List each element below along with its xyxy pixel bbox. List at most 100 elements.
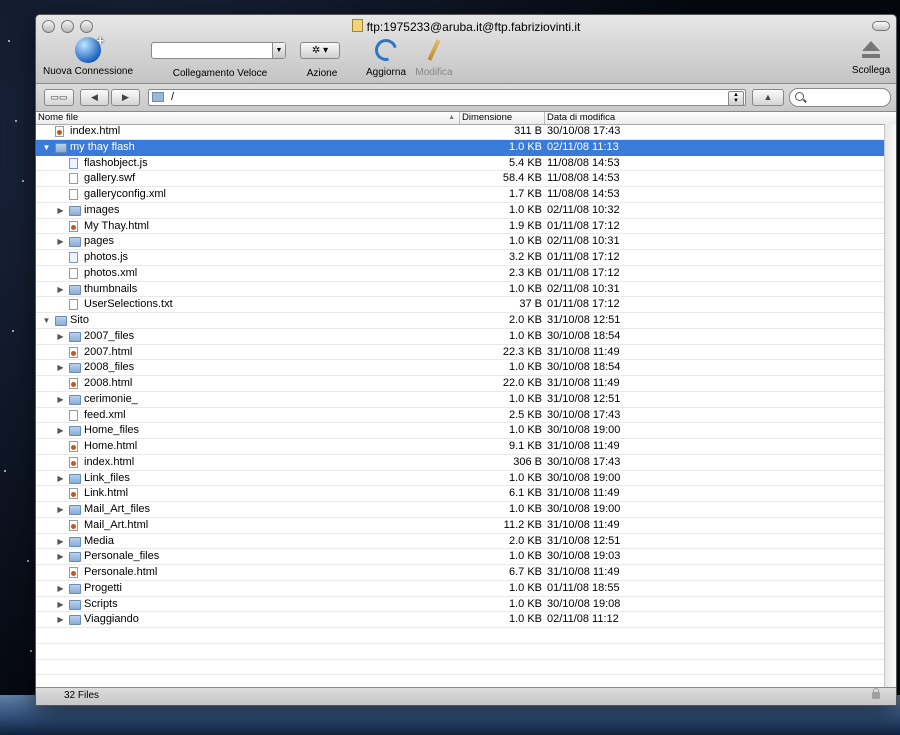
file-name: index.html	[84, 455, 135, 468]
file-name: Link.html	[84, 487, 129, 500]
refresh-button[interactable]: Aggiorna	[362, 34, 410, 78]
file-row[interactable]: ▶ Personale_files 1.0 KB 30/10/08 19:03	[36, 549, 884, 565]
file-row[interactable]: 2007.html 22.3 KB 31/10/08 11:49	[36, 345, 884, 361]
pencil-icon	[427, 39, 441, 61]
file-name: my thay flash	[70, 140, 135, 153]
file-date: 31/10/08 11:49	[547, 487, 620, 500]
file-row[interactable]: 2008.html 22.0 KB 31/10/08 11:49	[36, 376, 884, 392]
file-size: 9.1 KB	[508, 440, 542, 452]
file-row[interactable]: Link.html 6.1 KB 31/10/08 11:49	[36, 486, 884, 502]
file-size: 1.0 KB	[508, 361, 542, 374]
file-name: flashobject.js	[84, 156, 148, 169]
search-input[interactable]	[789, 88, 891, 107]
new-connection-button[interactable]: + Nuova Connessione	[42, 33, 134, 77]
file-name: index.html	[70, 125, 121, 137]
file-row[interactable]: UserSelections.txt 37 B 01/11/08 17:12	[36, 297, 884, 313]
file-name: 2008.html	[84, 377, 133, 389]
file-row[interactable]: index.html 311 B 30/10/08 17:43	[36, 124, 884, 140]
date-column-header[interactable]: Data di modifica	[545, 112, 884, 124]
disclosure-collapsed-icon[interactable]: ▶	[56, 423, 65, 439]
forward-button[interactable]: ▶	[111, 89, 140, 106]
path-stepper-icon[interactable]: ▲ ▼	[728, 91, 744, 106]
file-row[interactable]: ▶ Media 2.0 KB 31/10/08 12:51	[36, 534, 884, 550]
file-size: 22.0 KB	[502, 377, 542, 389]
disclosure-collapsed-icon[interactable]: ▶	[56, 597, 65, 613]
file-row[interactable]: ▶ 2008_files 1.0 KB 30/10/08 18:54	[36, 360, 884, 376]
parent-folder-button[interactable]: ▲	[752, 89, 784, 106]
file-row[interactable]: ▼ my thay flash 1.0 KB 02/11/08 11:13	[36, 139, 884, 156]
disclosure-collapsed-icon[interactable]: ▶	[56, 549, 65, 565]
lock-icon	[872, 688, 880, 699]
eject-icon	[862, 41, 880, 59]
toolbar-toggle-button[interactable]	[872, 21, 890, 31]
file-size: 1.0 KB	[508, 282, 542, 295]
file-row[interactable]: Home.html 9.1 KB 31/10/08 11:49	[36, 439, 884, 455]
size-column-header[interactable]: Dimensione	[460, 112, 545, 124]
folder-icon	[69, 394, 81, 405]
edit-button[interactable]: Modifica	[412, 39, 456, 78]
disclosure-collapsed-icon[interactable]: ▶	[56, 581, 65, 597]
file-date: 30/10/08 17:43	[547, 455, 621, 468]
disclosure-collapsed-icon[interactable]: ▶	[56, 282, 65, 298]
file-row[interactable]: galleryconfig.xml 1.7 KB 11/08/08 14:53	[36, 187, 884, 203]
disclosure-collapsed-icon[interactable]: ▶	[56, 502, 65, 518]
back-button[interactable]: ◀	[80, 89, 109, 106]
vertical-scrollbar[interactable]	[884, 124, 896, 688]
disclosure-collapsed-icon[interactable]: ▶	[56, 471, 65, 487]
file-row[interactable]: Personale.html 6.7 KB 31/10/08 11:49	[36, 565, 884, 581]
file-row[interactable]: ▶ Progetti 1.0 KB 01/11/08 18:55	[36, 581, 884, 597]
disclosure-collapsed-icon[interactable]: ▶	[56, 360, 65, 376]
window-title: ftp:1975233@aruba.it@ftp.fabriziovinti.i…	[36, 19, 896, 34]
file-date: 02/11/08 10:31	[547, 282, 620, 295]
file-row[interactable]: photos.xml 2.3 KB 01/11/08 17:12	[36, 266, 884, 282]
file-row[interactable]: ▶ pages 1.0 KB 02/11/08 10:31	[36, 234, 884, 250]
disclosure-collapsed-icon[interactable]: ▶	[56, 329, 65, 345]
file-size: 1.0 KB	[508, 581, 542, 594]
file-row[interactable]: ▶ 2007_files 1.0 KB 30/10/08 18:54	[36, 329, 884, 345]
file-row[interactable]: ▶ Home_files 1.0 KB 30/10/08 19:00	[36, 423, 884, 439]
file-size: 11.2 KB	[503, 518, 542, 531]
disclosure-collapsed-icon[interactable]: ▶	[56, 203, 65, 219]
file-row[interactable]: index.html 306 B 30/10/08 17:43	[36, 455, 884, 471]
file-row[interactable]: ▶ Scripts 1.0 KB 30/10/08 19:08	[36, 597, 884, 613]
path-field[interactable]: / ▲ ▼	[148, 89, 746, 106]
file-row[interactable]: gallery.swf 58.4 KB 11/08/08 14:53	[36, 171, 884, 187]
file-row[interactable]: ▶ Mail_Art_files 1.0 KB 30/10/08 19:00	[36, 502, 884, 518]
disclosure-collapsed-icon[interactable]: ▶	[56, 234, 65, 250]
file-row[interactable]: ▶ images 1.0 KB 02/11/08 10:32	[36, 203, 884, 219]
file-row[interactable]: Mail_Art.html 11.2 KB 31/10/08 11:49	[36, 518, 884, 534]
file-date: 11/08/08 14:53	[547, 188, 620, 200]
html-file-icon	[69, 378, 78, 389]
file-row[interactable]: ▶ cerimonie_ 1.0 KB 31/10/08 12:51	[36, 392, 884, 408]
file-date: 30/10/08 17:43	[547, 408, 621, 421]
file-row[interactable]: feed.xml 2.5 KB 30/10/08 17:43	[36, 408, 884, 424]
file-row[interactable]: My Thay.html 1.9 KB 01/11/08 17:12	[36, 219, 884, 235]
file-row[interactable]: ▶ thumbnails 1.0 KB 02/11/08 10:31	[36, 282, 884, 298]
file-row[interactable]: ▶ Link_files 1.0 KB 30/10/08 19:00	[36, 471, 884, 487]
file-date: 30/10/08 19:03	[547, 550, 621, 563]
quick-connect: ▼ Collegamento Veloce	[151, 42, 289, 79]
disclosure-collapsed-icon[interactable]: ▶	[56, 534, 65, 550]
file-row[interactable]: flashobject.js 5.4 KB 11/08/08 14:53	[36, 156, 884, 172]
file-row[interactable]: ▶ Viaggiando 1.0 KB 02/11/08 11:12	[36, 612, 884, 628]
disclosure-expanded-icon[interactable]: ▼	[42, 140, 51, 156]
file-row[interactable]: ▼ Sito 2.0 KB 31/10/08 12:51	[36, 313, 884, 329]
disclosure-expanded-icon[interactable]: ▼	[42, 313, 51, 329]
disclosure-collapsed-icon[interactable]: ▶	[56, 392, 65, 408]
action-button[interactable]: ✲ ▾ Azione	[300, 42, 344, 79]
doc-file-icon	[69, 189, 78, 200]
file-size: 1.0 KB	[508, 503, 542, 515]
quick-connect-select[interactable]: ▼	[151, 42, 286, 59]
bookmarks-button[interactable]: ▭▭	[44, 89, 74, 106]
path-bar: ▭▭ ◀ ▶ / ▲ ▼ ▲	[36, 84, 896, 112]
file-name: My Thay.html	[84, 219, 149, 232]
disconnect-button[interactable]: Scollega	[848, 41, 894, 76]
name-column-header[interactable]: Nome file ▲	[36, 112, 460, 124]
disclosure-collapsed-icon[interactable]: ▶	[56, 612, 65, 628]
file-name: Media	[84, 534, 114, 547]
file-name: thumbnails	[84, 282, 138, 295]
file-name: Personale.html	[84, 566, 158, 578]
file-name: Viaggiando	[84, 613, 139, 626]
file-row[interactable]: photos.js 3.2 KB 01/11/08 17:12	[36, 250, 884, 266]
file-size: 1.0 KB	[508, 471, 542, 484]
